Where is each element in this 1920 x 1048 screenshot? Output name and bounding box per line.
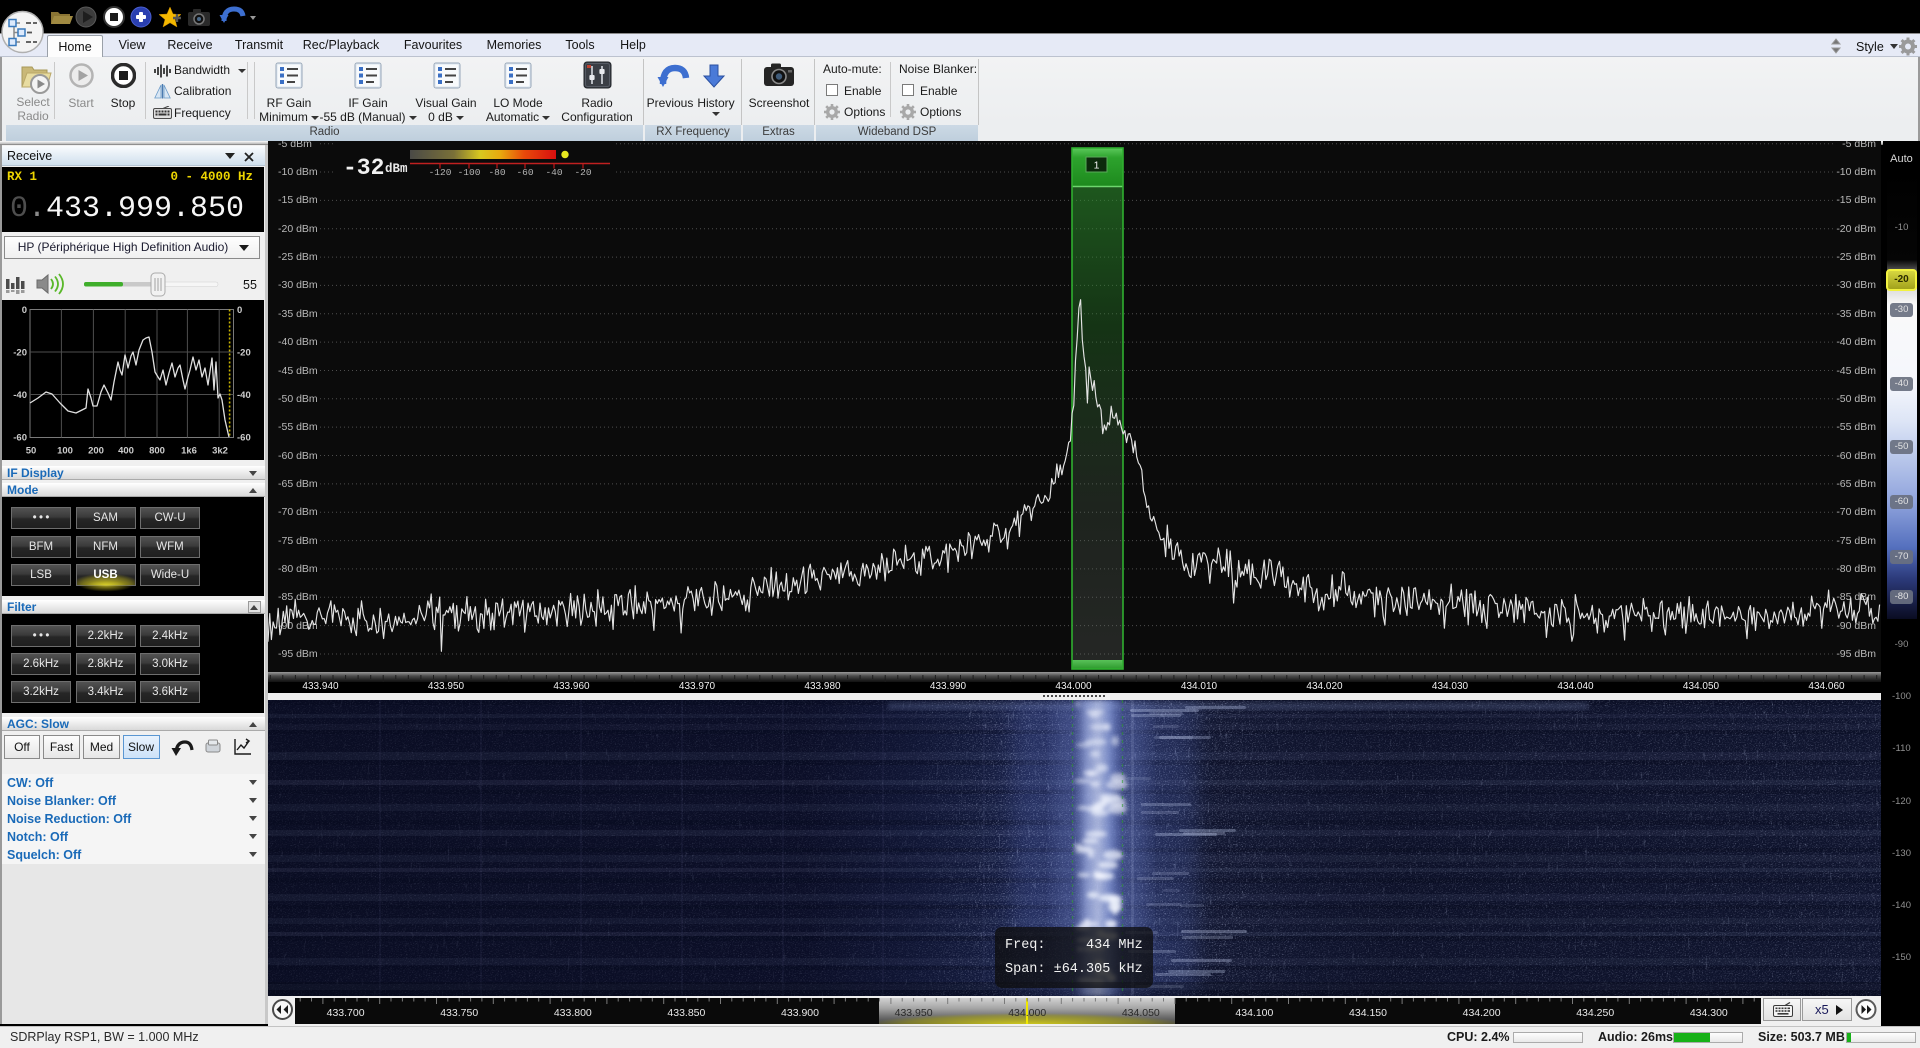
svg-text:-100: -100	[458, 167, 481, 178]
svg-text:Style: Style	[1856, 40, 1884, 54]
svg-text:400: 400	[118, 446, 134, 457]
svg-text:3k2: 3k2	[212, 446, 228, 457]
svg-text:0: 0	[237, 305, 242, 316]
svg-text:-60: -60	[237, 433, 251, 444]
svg-text:-32: -32	[343, 155, 384, 181]
svg-text:-80: -80	[488, 167, 505, 178]
svg-text:1k6: 1k6	[181, 446, 197, 457]
svg-text:-120: -120	[429, 167, 452, 178]
svg-text:-40: -40	[545, 167, 562, 178]
svg-text:-40: -40	[13, 390, 27, 401]
svg-text:-60: -60	[516, 167, 533, 178]
svg-text:50: 50	[26, 446, 37, 457]
svg-text:-20: -20	[574, 167, 591, 178]
svg-text:0: 0	[22, 305, 27, 316]
svg-text:-20: -20	[13, 348, 27, 359]
svg-text:-20: -20	[237, 348, 251, 359]
svg-text:1: 1	[1094, 160, 1100, 172]
svg-text:100: 100	[57, 446, 73, 457]
svg-text:800: 800	[149, 446, 165, 457]
svg-text:dBm: dBm	[385, 162, 408, 176]
svg-text:55: 55	[243, 278, 257, 292]
svg-text:-60: -60	[13, 433, 27, 444]
svg-text:200: 200	[88, 446, 104, 457]
svg-text:-40: -40	[237, 390, 251, 401]
